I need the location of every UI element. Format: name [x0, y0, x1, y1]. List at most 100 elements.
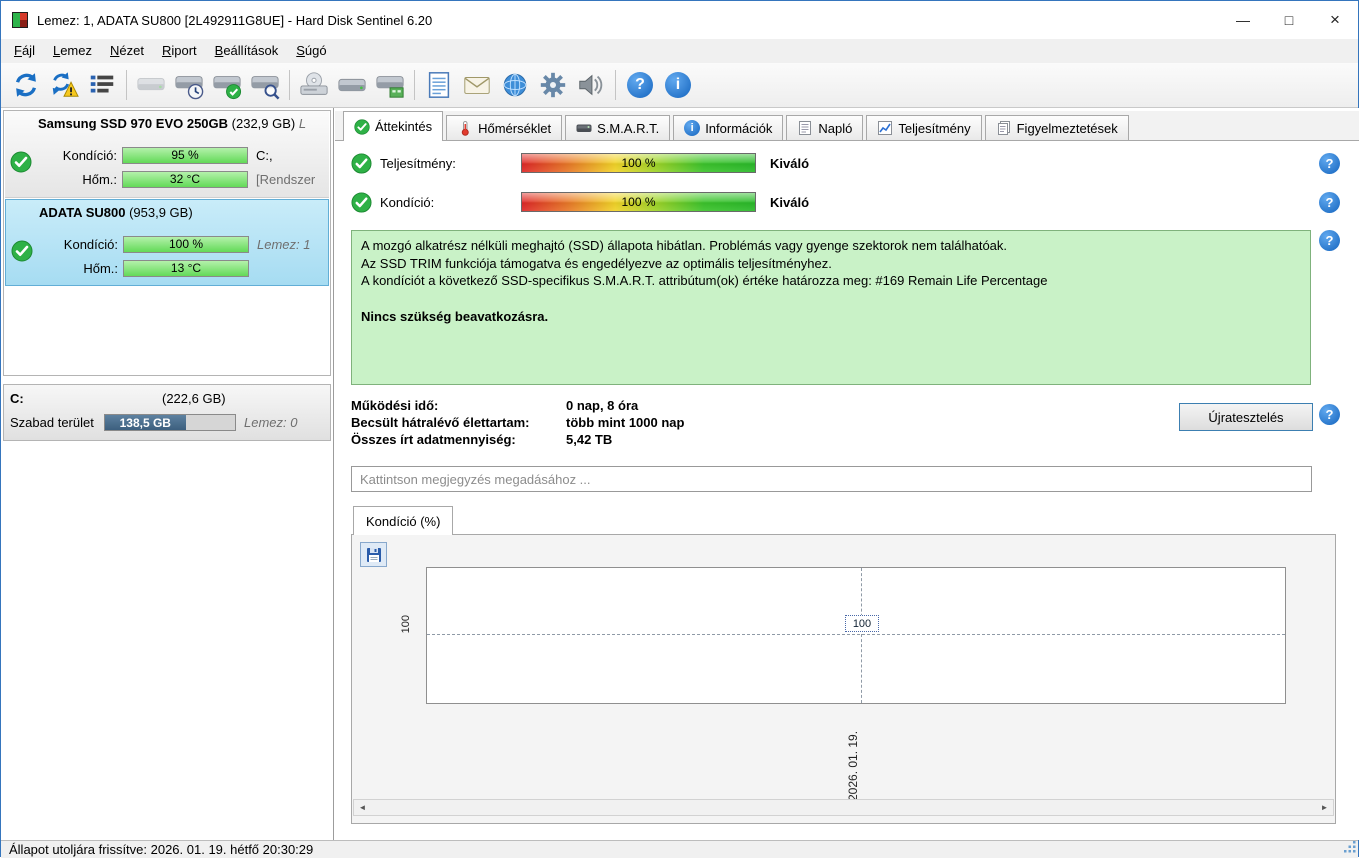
cdrom-button[interactable]	[295, 66, 333, 104]
disk-ok-icon	[11, 240, 33, 265]
gridline-vertical	[861, 568, 862, 703]
disk-item-adata-su800[interactable]: ADATA SU800 (953,9 GB) Kondíció: 100 % L…	[5, 199, 329, 286]
chart-plot-area: 100	[426, 567, 1286, 704]
gridline-horizontal	[427, 634, 1285, 635]
menu-nezet[interactable]: Nézet	[101, 39, 153, 63]
chart-tab-kondicio[interactable]: Kondíció (%)	[353, 506, 454, 535]
y-axis-tick: 100	[400, 615, 412, 634]
disk-search-button[interactable]	[246, 66, 284, 104]
disk-number: Lemez: 1	[257, 236, 311, 252]
hdd-icon	[576, 124, 592, 132]
notes-button[interactable]	[420, 66, 458, 104]
condition-label: Kondíció:	[62, 147, 117, 163]
tab-label: Információk	[705, 120, 773, 136]
disk-card-button[interactable]	[371, 66, 409, 104]
tab-homerseklet[interactable]: Hőmérséklet	[446, 115, 563, 140]
scroll-left-arrow[interactable]: ◄	[354, 800, 371, 815]
disk-button[interactable]	[132, 66, 170, 104]
comment-input[interactable]	[351, 466, 1312, 492]
summary-help-icon[interactable]: ?	[1319, 230, 1340, 251]
help-button[interactable]: ?	[621, 66, 659, 104]
disk-name: Samsung SSD 970 EVO 250GB	[38, 116, 229, 131]
refresh-button[interactable]	[7, 66, 45, 104]
disk-item-samsung-ssd[interactable]: Samsung SSD 970 EVO 250GB (232,9 GB) L K…	[5, 111, 329, 198]
documents-icon	[997, 121, 1010, 135]
menu-sugo[interactable]: Súgó	[287, 39, 335, 63]
mail-button[interactable]	[458, 66, 496, 104]
status-text: Állapot utoljára frissítve: 2026. 01. 19…	[9, 842, 314, 857]
tab-teljesitmeny[interactable]: Teljesítmény	[866, 115, 982, 140]
data-point-label: 100	[845, 615, 879, 632]
menubar: Fájl Lemez Nézet Riport Beállítások Súgó	[1, 39, 1358, 63]
disk-size: (232,9 GB)	[231, 116, 296, 131]
condition-help-icon[interactable]: ?	[1319, 192, 1340, 213]
x-axis-date-label: 2026. 01. 19.	[846, 730, 860, 801]
tab-label: Hőmérséklet	[478, 120, 552, 136]
temperature-bar: 13 °C	[123, 259, 249, 277]
condition-history-chart: 100 100 2026. 01. 19. ◄ ►	[351, 534, 1336, 824]
temperature-value: 32 °C	[169, 172, 201, 186]
globe-disk-button[interactable]	[496, 66, 534, 104]
menu-beallitasok[interactable]: Beállítások	[206, 39, 288, 63]
window-title: Lemez: 1, ADATA SU800 [2L492911G8UE] - H…	[37, 12, 433, 28]
health-summary-line: A kondíciót a következő SSD-specifikus S…	[361, 273, 1048, 288]
health-summary-line: Az SSD TRIM funkciója támogatva és enged…	[361, 255, 832, 271]
save-chart-button[interactable]	[360, 542, 387, 567]
free-space-label: Szabad terület	[10, 414, 94, 430]
close-button[interactable]: ×	[1312, 1, 1358, 39]
disk-copy-button[interactable]	[333, 66, 371, 104]
menu-fajl[interactable]: Fájl	[5, 39, 44, 63]
tab-naplo[interactable]: Napló	[786, 115, 864, 140]
refresh-warning-button[interactable]	[45, 66, 83, 104]
tab-label: Figyelmeztetések	[1016, 120, 1118, 136]
scroll-right-arrow[interactable]: ►	[1316, 800, 1333, 815]
titlebar: Lemez: 1, ADATA SU800 [2L492911G8UE] - H…	[1, 1, 1358, 39]
chart-icon	[878, 121, 893, 135]
performance-label: Teljesítmény:	[380, 155, 456, 171]
toolbar-separator	[414, 70, 415, 100]
info-button[interactable]: i	[659, 66, 697, 104]
free-space-bar: 138,5 GB	[104, 413, 236, 431]
tab-informaciok[interactable]: i Információk	[673, 115, 784, 140]
toolbar-separator	[615, 70, 616, 100]
check-circle-icon	[354, 118, 370, 135]
help-icon: ?	[627, 72, 653, 98]
document-icon	[799, 121, 812, 135]
check-circle-icon	[351, 191, 372, 213]
power-on-time-label: Működési idő:	[351, 398, 439, 413]
tab-figyelmeztetesek[interactable]: Figyelmeztetések	[984, 115, 1129, 140]
menu-lemez[interactable]: Lemez	[44, 39, 101, 63]
tab-smart[interactable]: S.M.A.R.T.	[565, 115, 671, 140]
app-window: Lemez: 1, ADATA SU800 [2L492911G8UE] - H…	[0, 0, 1359, 858]
toolbar: ? i	[1, 63, 1358, 108]
condition-label: Kondíció:	[380, 194, 435, 210]
report-button[interactable]	[83, 66, 121, 104]
temperature-value: 13 °C	[170, 261, 202, 275]
health-summary-box: A mozgó alkatrész nélküli meghajtó (SSD)…	[351, 230, 1311, 385]
total-written-value: 5,42 TB	[566, 432, 613, 447]
disk-check-button[interactable]	[208, 66, 246, 104]
partition-item-c[interactable]: C: (222,6 GB) Szabad terület 138,5 GB Le…	[3, 384, 331, 441]
chart-horizontal-scrollbar[interactable]: ◄ ►	[353, 799, 1334, 816]
condition-label: Kondíció:	[63, 236, 118, 252]
performance-help-icon[interactable]: ?	[1319, 153, 1340, 174]
condition-value: 95 %	[171, 148, 199, 162]
disk-list-sidebar: Samsung SSD 970 EVO 250GB (232,9 GB) L K…	[1, 108, 334, 840]
maximize-button[interactable]: □	[1266, 1, 1312, 39]
speaker-button[interactable]	[572, 66, 610, 104]
tab-label: Napló	[818, 120, 853, 136]
disk-clock-button[interactable]	[170, 66, 208, 104]
resize-grip[interactable]	[1342, 839, 1357, 857]
info-icon: i	[665, 72, 691, 98]
health-summary-action: Nincs szükség beavatkozásra.	[361, 308, 549, 324]
minimize-button[interactable]: —	[1220, 1, 1266, 39]
power-on-time-value: 0 nap, 8 óra	[566, 398, 639, 413]
free-space-value: 138,5 GB	[119, 415, 171, 430]
partition-disk-number: Lemez: 0	[244, 414, 298, 430]
retest-help-icon[interactable]: ?	[1319, 404, 1340, 425]
tab-label: Áttekintés	[375, 119, 433, 134]
retest-button[interactable]: Újratesztelés	[1179, 403, 1313, 431]
gear-button[interactable]	[534, 66, 572, 104]
menu-riport[interactable]: Riport	[153, 39, 206, 63]
tab-attekintes[interactable]: Áttekintés	[343, 111, 444, 141]
